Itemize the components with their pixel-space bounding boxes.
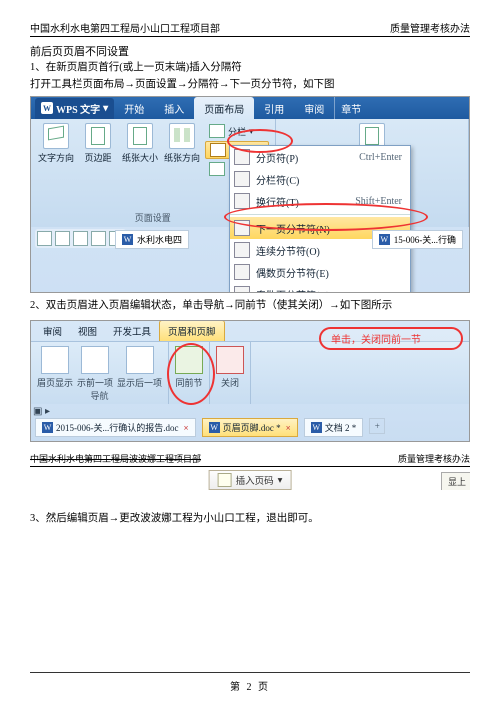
prev-item-icon: [81, 346, 109, 374]
header-right-fragment: 显上: [441, 472, 470, 490]
tab-header-footer[interactable]: 页眉和页脚: [159, 320, 225, 341]
doc-tab-3-label: 文档 2 *: [325, 421, 357, 434]
word-doc-icon: W: [379, 234, 390, 245]
column-break-icon: [234, 171, 250, 187]
text-direction-label: 文字方向: [38, 151, 74, 164]
footer-rule: [30, 672, 470, 673]
qat-item[interactable]: [55, 231, 70, 246]
menu-column-break-label: 分栏符(C): [256, 172, 299, 187]
qat-item[interactable]: [73, 231, 88, 246]
tab-page-layout[interactable]: 页面布局: [194, 97, 254, 120]
screenshot-header-footer-ribbon: 审阅 视图 开发工具 页眉和页脚 眉页显示 示前一项: [30, 320, 470, 442]
next-item-icon: [126, 346, 154, 374]
columns-icon: [209, 124, 225, 138]
document-tab[interactable]: W 水利水电四: [115, 230, 189, 249]
next-item-label: 显示后一项: [117, 376, 162, 389]
margins-button[interactable]: 页边距: [79, 123, 117, 177]
header-left-text: 中国水利水电第四工程局波波娜工程项目部: [30, 452, 201, 465]
close-icon: [216, 346, 244, 374]
wps-logo-icon: W: [41, 102, 53, 114]
step3: 3、然后编辑页眉→更改波波娜工程为小山口工程，退出即可。: [30, 512, 470, 527]
group-page-setup-label: 页面设置: [135, 209, 171, 227]
word-doc-icon: W: [42, 422, 53, 433]
text-direction-icon: [43, 123, 69, 149]
doc-tab-1-label: 2015-006-关...行确认的报告.doc: [56, 421, 179, 434]
page-title: 前后页页眉不同设置: [30, 43, 470, 59]
menu-continuous-section-break-label: 连续分节符(O): [256, 243, 320, 258]
qat-item[interactable]: [37, 231, 52, 246]
tab-review-2[interactable]: 审阅: [35, 321, 70, 341]
doc-tab-2[interactable]: W 页眉页脚.doc * ×: [202, 418, 298, 437]
page-footer: 第 2 页: [0, 678, 500, 693]
menu-column-break[interactable]: 分栏符(C): [230, 168, 410, 190]
document-tab-label: 水利水电四: [137, 233, 182, 246]
line-numbers-icon: [209, 162, 225, 176]
word-doc-icon: W: [122, 234, 133, 245]
step2: 2、双击页眉进入页眉编辑状态，单击导航→同前节（使其关闭）→如下图所示: [30, 299, 470, 314]
doc-header-left: 中国水利水电第四工程局小山口工程项目部: [30, 20, 220, 35]
screenshot-wps-ribbon: W WPS 文字 ▾ 开始 插入 页面布局 引用 审阅 章节 文字方向: [30, 96, 470, 293]
tab-insert[interactable]: 插入: [154, 97, 194, 120]
new-tab-button[interactable]: +: [369, 418, 385, 434]
close-header-footer-button[interactable]: 关闭: [210, 342, 251, 404]
continuous-break-icon: [234, 242, 250, 258]
qat-item[interactable]: [91, 231, 106, 246]
show-header-group: 眉页显示 示前一项 显示后一项 导航: [31, 342, 169, 404]
prev-item-label: 示前一项: [77, 376, 113, 389]
paper-orient-button[interactable]: 纸张方向: [163, 123, 201, 177]
menu-page-break-shortcut: Ctrl+Enter: [359, 152, 402, 163]
insert-page-number-button[interactable]: 插入页码 ▾: [209, 470, 292, 490]
tab-review[interactable]: 审阅: [294, 97, 334, 120]
close-tab-icon[interactable]: ×: [184, 423, 189, 433]
doc-tab-3[interactable]: W 文档 2 *: [304, 418, 364, 437]
menu-even-page-section-break[interactable]: 偶数页分节符(E): [230, 261, 410, 283]
quick-access-bar-2: ▣ ▸: [33, 406, 50, 417]
tab-reference[interactable]: 引用: [254, 97, 294, 120]
menu-odd-page-section-break[interactable]: 奇数页分节符(O): [230, 283, 410, 293]
margins-label: 页边距: [84, 151, 111, 164]
paper-size-button[interactable]: 纸张大小: [121, 123, 159, 177]
tab-section[interactable]: 章节: [334, 97, 371, 120]
wps-app-label: WPS 文字: [56, 101, 100, 116]
step1-intro: 1、在新页眉页首行(或上一页末端)插入分隔符: [30, 61, 470, 76]
group-nav-label: 导航: [91, 389, 109, 402]
wps-app-button[interactable]: W WPS 文字 ▾: [35, 98, 114, 119]
close-tab-icon[interactable]: ×: [286, 423, 291, 433]
annotation-circle-link-prev: [167, 343, 215, 405]
page-number-icon: [218, 473, 232, 487]
tab-devtools[interactable]: 开发工具: [105, 321, 159, 341]
step1-path: 打开工具栏页面布局→页面设置→分隔符→下一页分节符，如下图: [30, 78, 470, 93]
menu-even-page-section-break-label: 偶数页分节符(E): [256, 265, 329, 280]
margins-icon: [85, 123, 111, 149]
menu-odd-page-section-break-label: 奇数页分节符(O): [256, 287, 330, 294]
breaks-icon: [210, 143, 226, 157]
screenshot-header-edit: 中国水利水电第四工程局波波娜工程项目部 质量管理考核办法 插入页码 ▾ 显上: [30, 452, 470, 498]
show-header-icon: [41, 346, 69, 374]
paper-size-label: 纸张大小: [122, 151, 158, 164]
doc-header-right: 质量管理考核办法: [390, 20, 470, 35]
insert-page-number-label: 插入页码: [236, 473, 274, 487]
tab-start[interactable]: 开始: [114, 97, 154, 120]
document-tab-right[interactable]: W 15-006-关...行确: [372, 230, 463, 249]
document-tab-right-label: 15-006-关...行确: [394, 233, 456, 246]
close-header-label: 关闭: [221, 376, 239, 389]
chevron-down-icon: ▾: [278, 475, 283, 486]
odd-page-break-icon: [234, 286, 250, 293]
paper-size-icon: [127, 123, 153, 149]
tab-view[interactable]: 视图: [70, 321, 105, 341]
paper-orient-label: 纸张方向: [164, 151, 200, 164]
chevron-down-icon: ▾: [103, 103, 108, 114]
doc-tab-2-label: 页眉页脚.doc *: [223, 421, 281, 434]
show-header-label: 眉页显示: [37, 376, 73, 389]
even-page-break-icon: [234, 264, 250, 280]
word-doc-icon: W: [311, 422, 322, 433]
header-right-text: 质量管理考核办法: [398, 452, 470, 465]
annotation-callout: 单击，关闭同前一节: [319, 327, 463, 350]
doc-tab-1[interactable]: W 2015-006-关...行确认的报告.doc ×: [35, 418, 196, 437]
text-direction-button[interactable]: 文字方向: [37, 123, 75, 177]
word-doc-icon: W: [209, 422, 220, 433]
quick-access-toolbar: [35, 229, 126, 248]
paper-orient-icon: [169, 123, 195, 149]
